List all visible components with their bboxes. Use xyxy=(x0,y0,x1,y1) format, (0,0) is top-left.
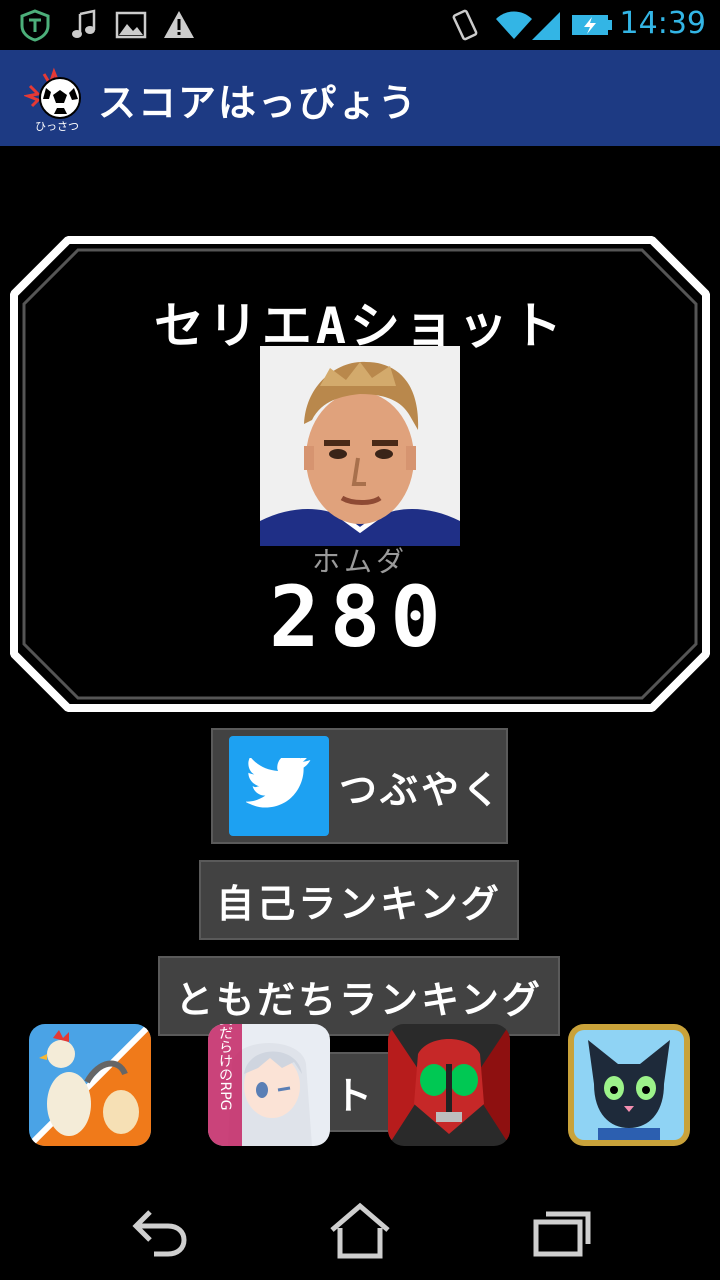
score-value: 280 xyxy=(269,568,451,666)
recent-apps-icon[interactable] xyxy=(520,1200,600,1260)
tweet-button[interactable]: つぶやく xyxy=(211,728,508,844)
status-bar: 14:39 xyxy=(0,0,720,50)
navigation-bar xyxy=(0,1180,720,1280)
ad-app-rpg-girl-icon[interactable]: 乙女だらけのRPG xyxy=(208,1024,330,1146)
ad-2-caption: 乙女だらけのRPG xyxy=(217,1024,233,1111)
battery-charging-icon xyxy=(572,15,612,35)
soccer-ball-logo-icon[interactable]: ひっさつ xyxy=(24,66,90,132)
screen-title: スコアはっぴょう xyxy=(98,81,419,125)
tweet-button-label: つぶやく xyxy=(339,767,504,812)
back-icon[interactable] xyxy=(120,1200,200,1260)
self-ranking-button[interactable]: 自己ランキング xyxy=(199,860,519,940)
action-bar: ひっさつ スコアはっぴょう xyxy=(0,50,720,146)
twitter-bird-icon xyxy=(229,736,329,836)
vibrate-icon xyxy=(452,9,478,41)
wifi-icon xyxy=(496,11,532,39)
status-time: 14:39 xyxy=(619,6,706,41)
logo-caption: ひっさつ xyxy=(35,120,79,132)
friend-ranking-label: ともだちランキング xyxy=(175,977,543,1022)
hidden-menu-button-label: ト xyxy=(334,1073,376,1118)
player-portrait xyxy=(260,346,460,546)
music-note-icon xyxy=(72,9,96,38)
ad-app-black-cat-icon[interactable] xyxy=(568,1024,690,1146)
player-face-image xyxy=(260,346,460,546)
ad-app-masked-hero-icon[interactable] xyxy=(388,1024,510,1146)
vpn-shield-icon xyxy=(20,9,50,42)
signal-icon xyxy=(532,12,560,40)
home-icon[interactable] xyxy=(320,1200,400,1260)
image-icon xyxy=(115,11,147,39)
self-ranking-label: 自己ランキング xyxy=(216,881,502,926)
hidden-menu-button[interactable]: ト xyxy=(326,1052,392,1132)
warning-icon xyxy=(164,11,194,38)
ad-app-chicken-egg-icon[interactable] xyxy=(29,1024,151,1146)
